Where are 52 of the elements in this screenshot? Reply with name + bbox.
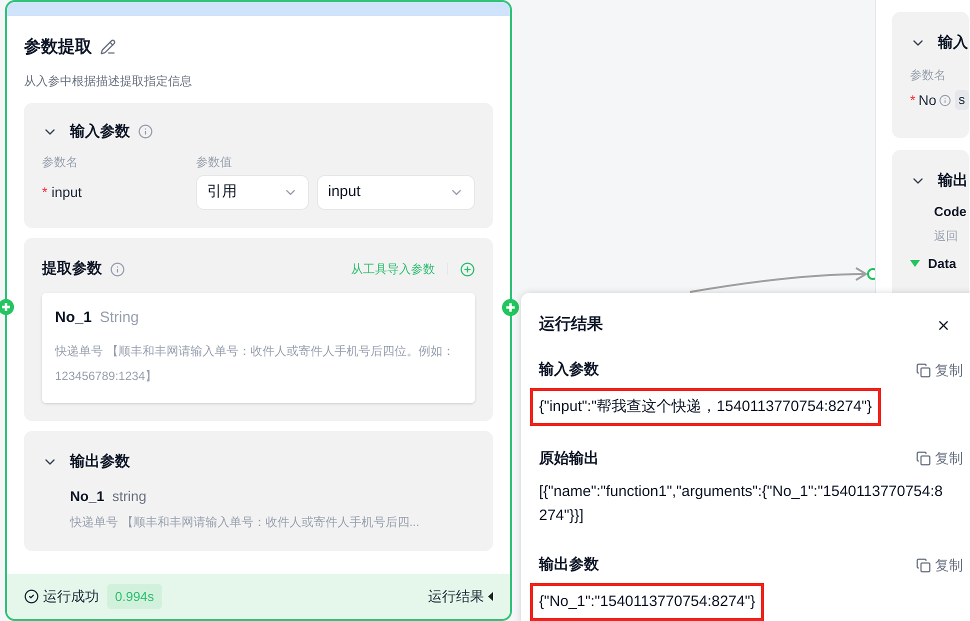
add-port-icon[interactable] xyxy=(502,299,519,316)
field-name: Code xyxy=(934,202,966,220)
section-title: 输入参数 xyxy=(539,360,599,380)
info-icon[interactable] xyxy=(939,94,952,106)
node-description: 从入参中根据描述提取指定信息 xyxy=(23,72,193,90)
param-name: No xyxy=(918,90,936,110)
add-port-icon[interactable] xyxy=(0,299,14,315)
duration-badge: 0.994s xyxy=(107,584,162,610)
field-name: Data xyxy=(928,255,956,273)
param-name: No_1 xyxy=(55,308,92,328)
copy-button[interactable]: 复制 xyxy=(916,554,963,576)
run-status: 运行成功 xyxy=(43,587,99,606)
section-title: 输入参数 xyxy=(70,122,130,142)
section-title: 原始输出 xyxy=(539,448,599,468)
param-type: string xyxy=(112,486,146,506)
param-description: 快递单号 【顺丰和丰网请输入单号：收件人或寄件人手机号后四位。例如：123456789:1234】 xyxy=(55,343,456,385)
result-content: [{"name":"function1","arguments":{"No_1":"1540113770754:8274"}}] xyxy=(539,482,944,526)
caret-down-icon[interactable] xyxy=(910,260,920,268)
section-title: 输出参数 xyxy=(539,555,599,575)
column-header: 参数名 xyxy=(910,66,947,84)
column-header: 参数值 xyxy=(196,154,232,171)
run-result-button[interactable]: 运行结果 xyxy=(428,586,484,607)
add-icon[interactable] xyxy=(460,262,475,277)
panel-title: 运行结果 xyxy=(539,314,603,335)
param-name: input xyxy=(51,183,82,202)
copy-icon xyxy=(916,451,931,466)
section-title: 输出参数 xyxy=(70,452,130,472)
column-header: 参数名 xyxy=(42,154,79,171)
type-tag: s xyxy=(954,90,969,110)
copy-icon xyxy=(916,362,931,378)
section-title: 输入 xyxy=(938,33,968,53)
required-asterisk: * xyxy=(42,183,48,202)
info-icon[interactable] xyxy=(138,124,153,140)
info-icon[interactable] xyxy=(110,262,125,277)
result-content: {"No_1":"1540113770754:8274"} xyxy=(530,582,764,620)
section-title: 提取参数 xyxy=(42,259,102,279)
section-title: 输出 xyxy=(938,171,968,191)
caret-left-icon xyxy=(488,592,493,601)
required-asterisk: * xyxy=(910,90,916,110)
param-name: No_1 xyxy=(70,486,104,506)
check-circle-icon xyxy=(24,589,39,604)
copy-button[interactable]: 复制 xyxy=(916,360,963,381)
node-title: 参数提取 xyxy=(24,36,92,58)
value-select[interactable]: input xyxy=(317,175,475,210)
edit-icon[interactable] xyxy=(100,38,116,55)
source-select[interactable]: 引用 xyxy=(196,175,309,210)
param-description: 快递单号 【顺丰和丰网请输入单号：收件人或寄件人手机号后四... xyxy=(70,514,420,530)
result-content: {"input":"帮我查这个快递，1540113770754:8274"} xyxy=(530,388,881,426)
copy-icon xyxy=(916,558,931,573)
copy-button[interactable]: 复制 xyxy=(916,448,963,470)
field-description: 返回 xyxy=(934,228,959,245)
param-type: String xyxy=(100,308,139,328)
